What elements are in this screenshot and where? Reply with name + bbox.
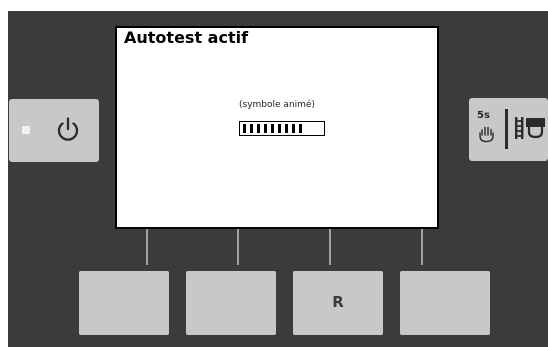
connector-line [237, 229, 239, 265]
screen-title: Autotest actif [124, 28, 249, 47]
soft-key-2[interactable] [186, 271, 276, 335]
reset-button-label: R [332, 293, 344, 311]
progress-segment [278, 124, 281, 133]
hold-time-label: 5s [477, 110, 490, 121]
progress-segment [257, 124, 260, 133]
power-icon [57, 117, 79, 141]
progress-bar [239, 121, 325, 136]
connector-line [146, 229, 148, 265]
reset-button[interactable]: R [293, 271, 383, 335]
progress-segment [271, 124, 274, 133]
soft-key-4[interactable] [400, 271, 490, 335]
status-text: (symbole animé) [239, 100, 315, 110]
progress-segment [243, 124, 246, 133]
soft-key-1[interactable] [79, 271, 169, 335]
reset-hold-button[interactable]: 5s [469, 98, 548, 161]
display-screen: Autotest actif (symbole animé) [115, 26, 439, 229]
progress-segment [264, 124, 267, 133]
led-indicator [22, 126, 30, 134]
connector-line [421, 229, 423, 265]
progress-segment [285, 124, 288, 133]
hand-hold-icon [479, 126, 494, 143]
progress-segment [299, 124, 302, 133]
icon-divider [505, 109, 508, 149]
power-button[interactable] [9, 99, 99, 162]
plug-icon [515, 117, 545, 139]
hold-5s-icon: 5s [476, 110, 498, 150]
progress-segment [292, 124, 295, 133]
progress-segment [250, 124, 253, 133]
connector-line [329, 229, 331, 265]
